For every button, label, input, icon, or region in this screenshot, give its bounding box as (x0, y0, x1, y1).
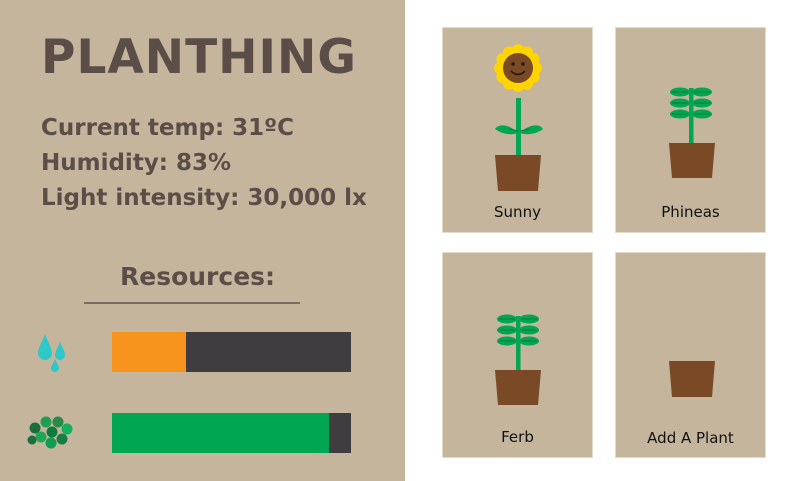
plant-card-ferb[interactable]: Ferb (442, 252, 593, 458)
plant-card-phineas[interactable]: Phineas (615, 27, 766, 233)
nutrient-pellets-icon (26, 414, 76, 455)
resources-title: Resources: (120, 262, 276, 291)
add-plant-card[interactable]: Add A Plant (615, 252, 766, 458)
plant-name: Phineas (661, 203, 720, 221)
plant-name: Ferb (501, 428, 534, 446)
current-temp: Current temp: 31ºC (41, 115, 294, 141)
plant-card-sunny[interactable]: Sunny (442, 27, 593, 233)
app-title: PLANTHING (41, 30, 357, 85)
nutrient-level-bar (112, 413, 351, 453)
water-drops-icon (34, 332, 74, 379)
resources-divider (84, 302, 300, 304)
light-intensity: Light intensity: 30,000 lx (41, 185, 367, 211)
plant-name: Sunny (494, 203, 541, 221)
water-level-fill (112, 332, 187, 372)
status-panel: PLANTHING Current temp: 31ºC Humidity: 8… (0, 0, 405, 481)
add-plant-label: Add A Plant (647, 429, 734, 447)
water-level-bar (112, 332, 351, 372)
humidity: Humidity: 83% (41, 150, 232, 176)
nutrient-level-fill (112, 413, 330, 453)
